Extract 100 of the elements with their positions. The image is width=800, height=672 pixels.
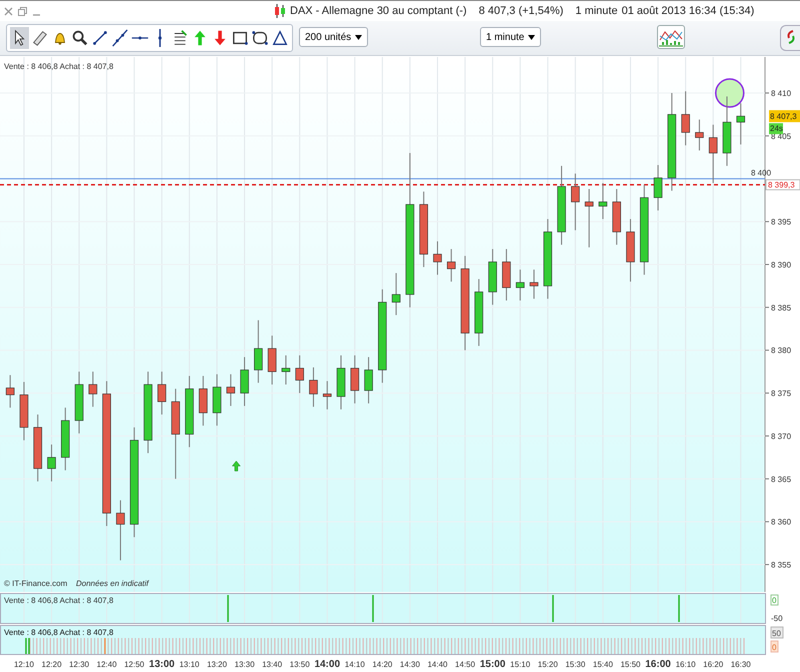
time-tick: 15:20 [538, 660, 558, 669]
candlestick [295, 354, 304, 394]
indicators-button[interactable] [657, 25, 685, 49]
price-tick: 8 375 [771, 389, 792, 398]
caret-icon [355, 34, 362, 40]
line-icon [110, 28, 128, 48]
time-tick: 16:10 [676, 660, 696, 669]
dropdown[interactable]: 200 unités [299, 27, 368, 47]
candlestick [88, 371, 98, 408]
price-tick: 8 385 [771, 303, 792, 312]
bid-ask-text: Vente : 8 406,8 Achat : 8 407,8 [4, 596, 114, 605]
candlestick [309, 366, 318, 408]
tool-button[interactable] [110, 27, 129, 49]
caret-icon [528, 34, 536, 40]
vertical-line-icon [156, 28, 162, 48]
time-tick: 14:10 [344, 660, 365, 669]
time-tick: 13:50 [290, 660, 310, 669]
timer-badge: 24s [769, 123, 783, 134]
price-tick: 8 360 [771, 518, 792, 527]
candlestick [530, 269, 538, 300]
candlestick [392, 272, 400, 316]
time-tick: 14:20 [372, 660, 392, 669]
price-tick: 8 380 [771, 346, 792, 356]
axis-value-tag: 0 [770, 594, 778, 606]
time-tick: 12:20 [42, 660, 62, 669]
time-tick: 14:00 [314, 659, 340, 670]
time-tick: 13:00 [149, 659, 175, 670]
candlestick [736, 102, 746, 145]
time-tick: 15:00 [480, 659, 506, 670]
time-tick: 12:50 [124, 660, 144, 669]
candlestick [282, 354, 290, 386]
time-tick: 13:40 [262, 660, 282, 669]
triangle-icon [270, 28, 288, 48]
time-tick: 14:50 [455, 660, 476, 669]
time-tick: 14:40 [427, 660, 448, 669]
rounded-rectangle-icon [250, 28, 268, 48]
candlestick [571, 173, 580, 231]
restore-icon[interactable] [18, 6, 27, 16]
interval-text: 1 minute [575, 5, 618, 17]
side-panel-button[interactable] [780, 25, 800, 51]
tool-button[interactable] [10, 27, 29, 49]
time-tick: 15:40 [592, 660, 613, 669]
order-price-tag: 8 399,3 [766, 179, 800, 190]
horizontal-line-icon [130, 35, 148, 41]
candlestick [268, 335, 276, 386]
time-tick: 15:30 [565, 660, 586, 669]
axis-value-tag: 0 [770, 640, 778, 652]
time-tick: 12:10 [14, 660, 34, 669]
time-tick: 13:30 [234, 660, 255, 669]
candlestick [47, 444, 56, 482]
bid-ask-text: Vente : 8 406,8 Achat : 8 407,8 [4, 628, 114, 637]
candlestick-icon [274, 3, 286, 19]
axis-value-tag: 50 [770, 626, 784, 638]
ruler-icon [30, 28, 48, 48]
price-tick: 8 395 [771, 218, 792, 227]
candlestick [695, 119, 704, 151]
candlestick [598, 182, 608, 220]
time-tick: 16:00 [645, 659, 671, 670]
up-arrow-icon [232, 460, 241, 472]
time-tick: 16:20 [703, 660, 724, 669]
price-badge: 8 407,3 [769, 110, 800, 122]
quote-text: 8 407,3 (+1,54%) [478, 5, 564, 17]
segment-icon [90, 28, 108, 48]
time-tick: 16:30 [730, 660, 751, 669]
time-tick: 14:30 [400, 660, 420, 669]
candlestick [364, 356, 373, 404]
candlestick [446, 248, 456, 282]
candlestick [240, 356, 249, 406]
candlestick [6, 374, 14, 408]
candlestick [158, 371, 166, 416]
candlestick [654, 164, 662, 211]
candlestick [254, 320, 263, 384]
candlestick [322, 380, 332, 410]
candlestick [708, 124, 718, 184]
highlight-circle [714, 78, 744, 108]
time-tick: 13:10 [179, 660, 200, 669]
candlestick [116, 500, 125, 561]
price-tick: 8 410 [771, 89, 792, 98]
price-tick: 8 390 [771, 260, 792, 270]
search-icon [70, 28, 88, 48]
time-tick: 12:30 [69, 660, 90, 669]
candlestick [433, 240, 442, 276]
candlestick [350, 354, 360, 404]
date-text: 01 août 2013 16:34 (15:34) [622, 5, 754, 17]
candlestick [584, 188, 594, 248]
instrument-title: DAX - Allemagne 30 au comptant (-) [290, 5, 467, 17]
level-label: 8 400 [751, 168, 772, 178]
candlestick [516, 269, 524, 301]
time-tick: 12:40 [96, 660, 117, 669]
axis-value: -50 [771, 614, 783, 623]
close-icon[interactable] [4, 6, 13, 16]
time-tick: 13:20 [206, 660, 227, 669]
price-tick: 8 370 [771, 432, 792, 441]
dropdown[interactable]: 1 minute [480, 27, 542, 47]
time-tick: 15:10 [510, 660, 530, 669]
price-tick: 8 355 [771, 560, 792, 570]
disclaimer-text: Données en indicatif [76, 579, 148, 588]
candlestick [226, 374, 236, 406]
time-tick: 15:50 [620, 660, 640, 669]
ref-line-label: 8 399,3 [768, 180, 796, 190]
